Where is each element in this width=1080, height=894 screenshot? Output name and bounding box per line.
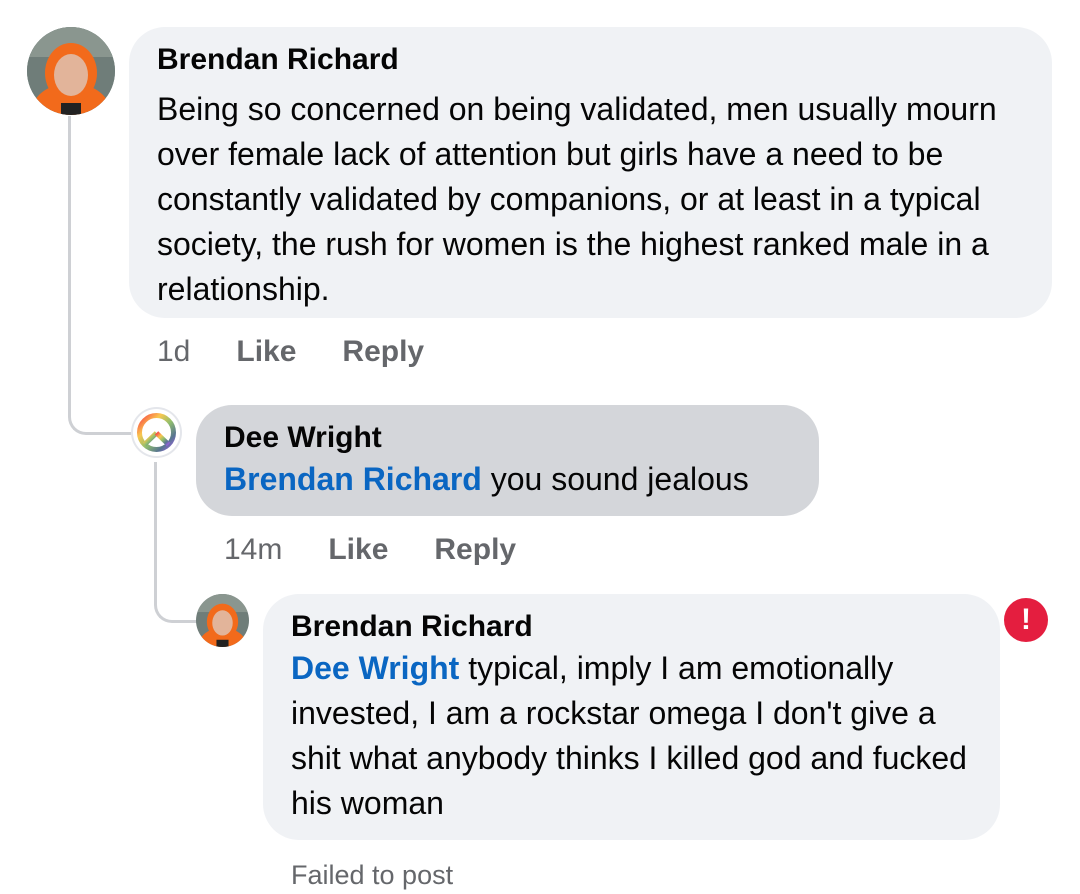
reply-button[interactable]: Reply	[342, 335, 424, 369]
comment-text: Dee Wright typical, imply I am emotional…	[291, 650, 967, 821]
mention-link[interactable]: Dee Wright	[291, 650, 459, 686]
comment-actions: 1d Like Reply	[157, 332, 424, 372]
like-button[interactable]: Like	[328, 533, 388, 567]
comment-author[interactable]: Brendan Richard	[157, 43, 1024, 77]
comment-author[interactable]: Brendan Richard	[291, 610, 972, 644]
comment-author[interactable]: Dee Wright	[224, 421, 791, 455]
comment-bubble: Dee Wright Brendan Richard you sound jea…	[196, 405, 819, 516]
failed-status[interactable]: Failed to post	[291, 860, 453, 891]
comment-bubble: Brendan Richard Being so concerned on be…	[129, 27, 1052, 318]
comment-text: Brendan Richard you sound jealous	[224, 461, 749, 497]
thread-connector-line	[154, 462, 197, 623]
comment-bubble: Brendan Richard Dee Wright typical, impl…	[263, 594, 1000, 840]
comment-text: Being so concerned on being validated, m…	[157, 91, 997, 307]
comment-timestamp[interactable]: 14m	[224, 533, 282, 567]
avatar[interactable]	[27, 27, 115, 115]
error-icon[interactable]: !	[1004, 598, 1048, 642]
reply-button[interactable]: Reply	[434, 533, 516, 567]
mention-link[interactable]: Brendan Richard	[224, 461, 482, 497]
like-button[interactable]: Like	[236, 335, 296, 369]
avatar[interactable]	[196, 594, 249, 647]
thread-connector-line	[68, 116, 131, 435]
comment-actions: 14m Like Reply	[224, 530, 516, 570]
peace-sign-icon	[137, 413, 176, 452]
comment-timestamp[interactable]: 1d	[157, 335, 190, 369]
avatar[interactable]	[131, 407, 182, 458]
